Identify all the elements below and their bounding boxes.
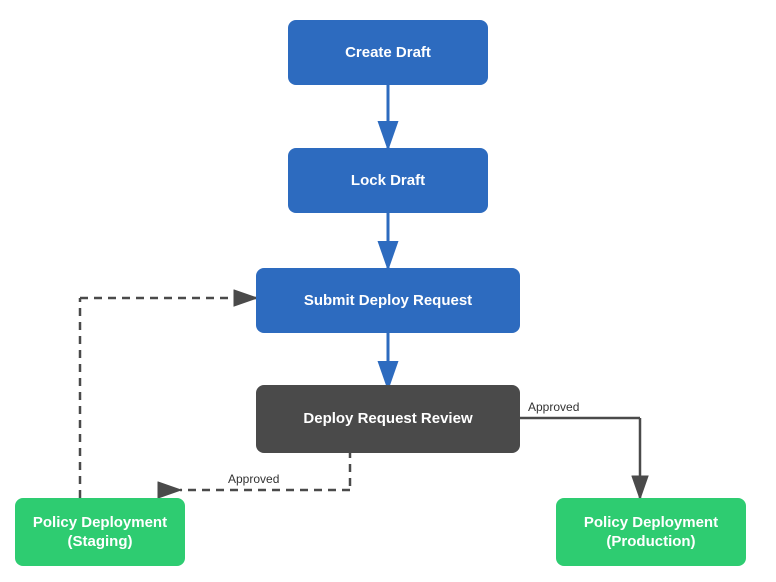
diagram-container: Create Draft Lock Draft Submit Deploy Re… — [0, 0, 776, 582]
deploy-review-label: Deploy Request Review — [303, 409, 472, 429]
lock-draft-label: Lock Draft — [351, 171, 425, 191]
deploy-review-node: Deploy Request Review — [256, 385, 520, 453]
create-draft-node: Create Draft — [288, 20, 488, 85]
policy-staging-node: Policy Deployment(Staging) — [15, 498, 185, 566]
policy-production-node: Policy Deployment(Production) — [556, 498, 746, 566]
approved-right-label: Approved — [528, 400, 579, 414]
policy-staging-label: Policy Deployment(Staging) — [33, 513, 167, 552]
create-draft-label: Create Draft — [345, 43, 431, 63]
approved-left-label: Approved — [228, 472, 279, 486]
submit-deploy-label: Submit Deploy Request — [304, 291, 472, 311]
policy-production-label: Policy Deployment(Production) — [584, 513, 718, 552]
lock-draft-node: Lock Draft — [288, 148, 488, 213]
submit-deploy-node: Submit Deploy Request — [256, 268, 520, 333]
